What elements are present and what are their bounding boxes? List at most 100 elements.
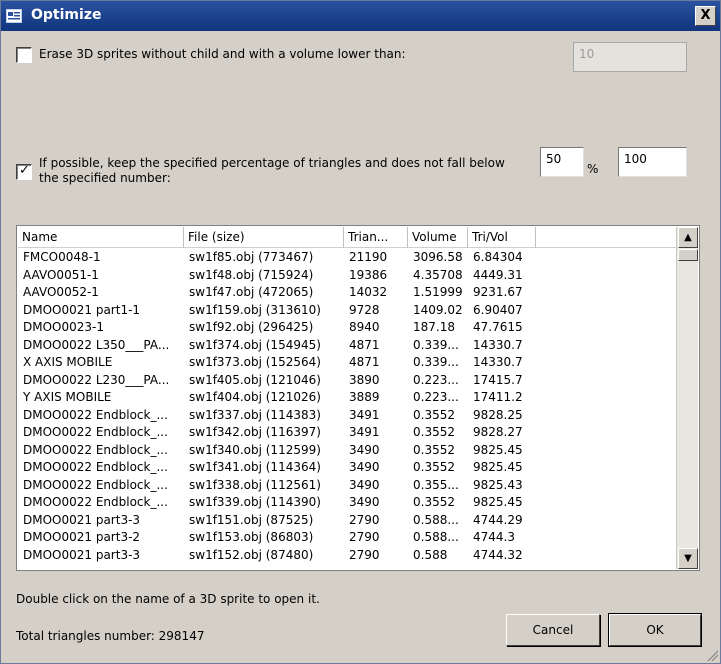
cell-volume: 0.3552 bbox=[413, 442, 455, 457]
cell-name[interactable]: AAVO0052-1 bbox=[18, 284, 184, 301]
title-bar[interactable]: Optimize X bbox=[1, 1, 720, 31]
cell-name[interactable]: DMOO0022 Endblock_... bbox=[18, 477, 184, 494]
erase-volume-input[interactable]: 10 bbox=[573, 42, 687, 72]
scroll-thumb[interactable] bbox=[678, 249, 698, 261]
erase-checkbox[interactable] bbox=[16, 47, 32, 63]
list-row[interactable]: Y AXIS MOBILE sw1f404.obj (121026) 3889 0.2… bbox=[18, 389, 676, 406]
list-row[interactable]: DMOO0022 Endblock_... sw1f342.obj (116397… bbox=[18, 424, 676, 441]
cell-triangles: 3491 bbox=[349, 407, 380, 422]
cell-triangles: 14032 bbox=[349, 285, 388, 299]
cell-name[interactable]: Y AXIS MOBILE bbox=[18, 389, 184, 406]
cell-file-size: sw1f340.obj (112599) bbox=[189, 442, 321, 457]
list-row[interactable]: DMOO0022 Endblock_... sw1f341.obj (114364… bbox=[18, 459, 676, 476]
cell-tri-vol: 14330.7 bbox=[473, 337, 523, 352]
resize-grip-icon[interactable] bbox=[706, 649, 718, 661]
list-row[interactable]: DMOO0022 Endblock_... sw1f337.obj (114383… bbox=[18, 407, 676, 424]
cell-name[interactable]: DMOO0022 L230___PA... bbox=[18, 372, 184, 389]
column-file-size[interactable]: File (size) bbox=[184, 227, 344, 248]
list-body: FMCO0048-1 sw1f85.obj (773467) 21190 3096.5… bbox=[18, 249, 676, 570]
window-title: Optimize bbox=[31, 7, 102, 23]
cell-name[interactable]: DMOO0022 Endblock_... bbox=[18, 424, 184, 441]
list-row[interactable]: DMOO0021 part1-1 sw1f159.obj (313610) 9728… bbox=[18, 302, 676, 319]
percent-input[interactable]: 50 bbox=[540, 147, 584, 177]
list-row[interactable]: DMOO0021 part3-3 sw1f152.obj (87480) 2790 0… bbox=[18, 547, 676, 564]
optimize-dialog: Optimize X Erase 3D sprites without chil… bbox=[0, 0, 721, 664]
cell-name[interactable]: AAVO0051-1 bbox=[18, 267, 184, 284]
scroll-down-icon[interactable]: ▼ bbox=[678, 548, 698, 569]
cell-name[interactable]: DMOO0023-1 bbox=[18, 319, 184, 336]
cell-name[interactable]: DMOO0022 L350___PA... bbox=[18, 337, 184, 354]
cell-name[interactable]: DMOO0021 part3-2 bbox=[18, 529, 184, 546]
cell-volume: 4.35708 bbox=[413, 267, 463, 282]
cell-tri-vol: 4449.31 bbox=[473, 267, 523, 282]
cell-name[interactable]: X AXIS MOBILE bbox=[18, 354, 184, 371]
cell-name[interactable]: DMOO0021 part3-3 bbox=[18, 547, 184, 564]
cell-triangles: 4871 bbox=[349, 337, 380, 352]
min-triangles-input[interactable]: 100 bbox=[618, 147, 687, 177]
list-row[interactable]: AAVO0052-1 sw1f47.obj (472065) 14032 1.5199… bbox=[18, 284, 676, 301]
vertical-scrollbar[interactable]: ▲ ▼ bbox=[676, 227, 698, 569]
percent-unit: % bbox=[587, 162, 599, 176]
cell-tri-vol: 6.84304 bbox=[473, 250, 523, 264]
cell-volume: 0.339... bbox=[413, 337, 459, 352]
cell-triangles: 21190 bbox=[349, 250, 388, 264]
cell-file-size: sw1f405.obj (121046) bbox=[189, 372, 321, 387]
column-tri-vol[interactable]: Tri/Vol bbox=[468, 227, 536, 248]
cell-volume: 0.3552 bbox=[413, 407, 455, 422]
list-row[interactable]: DMOO0021 part3-3 sw1f151.obj (87525) 2790 0… bbox=[18, 512, 676, 529]
cell-triangles: 3889 bbox=[349, 390, 380, 404]
cell-triangles: 3490 bbox=[349, 460, 380, 474]
cell-volume: 0.339... bbox=[413, 355, 459, 369]
list-row[interactable]: DMOO0022 L350___PA... sw1f374.obj (154945… bbox=[18, 337, 676, 354]
cell-name[interactable]: DMOO0021 part3-3 bbox=[18, 512, 184, 529]
list-row[interactable]: DMOO0022 Endblock_... sw1f338.obj (112561… bbox=[18, 477, 676, 494]
cell-name[interactable]: DMOO0022 Endblock_... bbox=[18, 442, 184, 459]
cell-file-size: sw1f159.obj (313610) bbox=[189, 302, 321, 317]
cell-triangles: 8940 bbox=[349, 320, 380, 334]
ok-button[interactable]: OK bbox=[608, 613, 702, 647]
cell-volume: 0.588 bbox=[413, 547, 448, 562]
cell-name[interactable]: FMCO0048-1 bbox=[18, 249, 184, 266]
cell-file-size: sw1f374.obj (154945) bbox=[189, 337, 321, 352]
keep-label-line2: the specified number: bbox=[39, 171, 171, 185]
cell-name[interactable]: DMOO0021 part1-1 bbox=[18, 302, 184, 319]
cell-file-size: sw1f404.obj (121026) bbox=[189, 390, 321, 404]
check-mark-icon: ✓ bbox=[19, 163, 30, 178]
cell-volume: 0.588... bbox=[413, 512, 459, 527]
cell-name[interactable]: DMOO0022 Endblock_... bbox=[18, 407, 184, 424]
list-row[interactable]: FMCO0048-1 sw1f85.obj (773467) 21190 3096.5… bbox=[18, 249, 676, 266]
cell-volume: 1409.02 bbox=[413, 302, 463, 317]
list-row[interactable]: DMOO0021 part3-2 sw1f153.obj (86803) 2790 0… bbox=[18, 529, 676, 546]
cell-file-size: sw1f153.obj (86803) bbox=[189, 530, 314, 544]
cell-volume: 0.223... bbox=[413, 390, 459, 404]
cell-file-size: sw1f47.obj (472065) bbox=[189, 285, 314, 299]
list-row[interactable]: DMOO0022 L230___PA... sw1f405.obj (121046… bbox=[18, 372, 676, 389]
scroll-up-icon[interactable]: ▲ bbox=[678, 227, 698, 248]
sprite-list[interactable]: Name File (size) Trian... Volume Tri/Vol… bbox=[16, 225, 700, 571]
cell-tri-vol: 4744.29 bbox=[473, 512, 523, 527]
keep-percentage-checkbox[interactable]: ✓ bbox=[16, 163, 32, 180]
cell-tri-vol: 9828.25 bbox=[473, 407, 523, 422]
list-row[interactable]: DMOO0022 Endblock_... sw1f340.obj (112599… bbox=[18, 442, 676, 459]
column-volume[interactable]: Volume bbox=[408, 227, 468, 248]
cell-triangles: 2790 bbox=[349, 512, 380, 527]
cancel-button[interactable]: Cancel bbox=[506, 614, 600, 646]
column-triangles[interactable]: Trian... bbox=[344, 227, 408, 248]
cell-triangles: 3490 bbox=[349, 442, 380, 457]
cell-name[interactable]: DMOO0022 Endblock_... bbox=[18, 459, 184, 476]
list-row[interactable]: AAVO0051-1 sw1f48.obj (715924) 19386 4.3570… bbox=[18, 267, 676, 284]
list-row[interactable]: X AXIS MOBILE sw1f373.obj (152564) 4871 0.3… bbox=[18, 354, 676, 371]
list-row[interactable]: DMOO0022 Endblock_... sw1f339.obj (114390… bbox=[18, 494, 676, 511]
cell-name[interactable]: DMOO0022 Endblock_... bbox=[18, 494, 184, 511]
cell-file-size: sw1f338.obj (112561) bbox=[189, 477, 321, 492]
list-row[interactable]: DMOO0023-1 sw1f92.obj (296425) 8940 187.18 4… bbox=[18, 319, 676, 336]
cell-volume: 1.51999 bbox=[413, 285, 463, 299]
cell-file-size: sw1f373.obj (152564) bbox=[189, 355, 321, 369]
close-button[interactable]: X bbox=[695, 6, 716, 26]
cell-volume: 0.3552 bbox=[413, 495, 455, 509]
cell-triangles: 3890 bbox=[349, 372, 380, 387]
window-icon bbox=[6, 9, 22, 23]
hint-text: Double click on the name of a 3D sprite … bbox=[16, 592, 320, 606]
column-name[interactable]: Name bbox=[18, 227, 184, 248]
cell-file-size: sw1f48.obj (715924) bbox=[189, 267, 314, 282]
